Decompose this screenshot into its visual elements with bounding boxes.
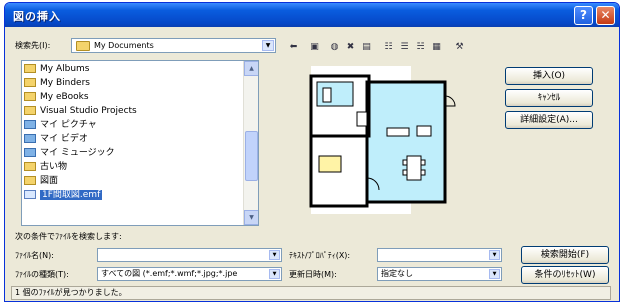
views-properties-icon[interactable]: ☵ xyxy=(413,40,428,54)
delete-icon[interactable]: ✖ xyxy=(343,40,358,54)
look-in-dropdown[interactable]: My Documents ▼ xyxy=(71,38,276,53)
file-list-scrollbar[interactable]: ▲ ▼ xyxy=(243,61,258,225)
text-property-input[interactable]: ▼ xyxy=(377,248,502,262)
status-text: 1 個のﾌｧｲﾙが見つかりました。 xyxy=(15,288,127,297)
up-folder-icon[interactable]: ▣ xyxy=(307,40,322,54)
scroll-up-icon[interactable]: ▲ xyxy=(244,61,258,76)
preview-pane xyxy=(267,60,507,226)
look-in-label: 検索先(I): xyxy=(15,41,51,50)
list-item[interactable]: My Albums xyxy=(24,63,230,76)
list-item[interactable]: 古い物 xyxy=(24,161,230,174)
modified-date-dropdown[interactable]: 指定なし ▼ xyxy=(377,267,502,281)
advanced-button[interactable]: 詳細設定(A)... xyxy=(505,111,593,129)
title-bar[interactable]: 図の挿入 ? ✕ xyxy=(5,3,619,27)
file-name-label: ﾌｧｲﾙ名(N): xyxy=(15,251,54,260)
folder-icon xyxy=(24,92,36,101)
picture-file-icon xyxy=(24,190,36,199)
views-list-icon[interactable]: ☷ xyxy=(381,40,396,54)
file-list[interactable]: My Albums My Binders My eBooks Visual St… xyxy=(21,60,259,226)
views-details-icon[interactable]: ☰ xyxy=(397,40,412,54)
list-item[interactable]: マイ ミュージック xyxy=(24,147,230,160)
list-item[interactable]: マイ ピクチャ xyxy=(24,119,230,132)
chevron-down-icon[interactable]: ▼ xyxy=(269,250,280,260)
insert-button[interactable]: 挿入(O) xyxy=(505,67,593,85)
list-item[interactable]: 図面 xyxy=(24,175,230,188)
list-item-selected[interactable]: 1F間取図.emf xyxy=(24,189,230,202)
cancel-button[interactable]: ｷｬﾝｾﾙ xyxy=(505,89,593,107)
find-now-button[interactable]: 検索開始(F) xyxy=(521,246,609,264)
new-search-button[interactable]: 条件のﾘｾｯﾄ(W) xyxy=(521,266,609,284)
close-button[interactable]: ✕ xyxy=(596,6,615,25)
look-in-value: My Documents xyxy=(94,41,154,50)
scroll-thumb[interactable] xyxy=(245,131,258,181)
text-property-label: ﾃｷｽﾄ/ﾌﾟﾛﾊﾟﾃｨ(X): xyxy=(289,251,351,260)
modified-date-label: 更新日時(M): xyxy=(289,270,337,279)
tools-icon[interactable]: ⚒ xyxy=(452,40,467,54)
insert-picture-dialog: 図の挿入 ? ✕ 検索先(I): My Documents ▼ ⬅ ▣ ◍ ✖ … xyxy=(4,2,620,302)
folder-icon xyxy=(24,106,36,115)
video-folder-icon xyxy=(24,134,36,143)
chevron-down-icon[interactable]: ▼ xyxy=(489,269,500,279)
search-criteria-heading: 次の条件でﾌｧｲﾙを検索します: xyxy=(15,232,122,241)
chevron-down-icon[interactable]: ▼ xyxy=(262,40,274,51)
list-item[interactable]: マイ ビデオ xyxy=(24,133,230,146)
file-name-input[interactable]: ▼ xyxy=(97,248,282,262)
folder-icon xyxy=(76,41,90,51)
list-item[interactable]: My Binders xyxy=(24,77,230,90)
views-preview-icon[interactable]: ▦ xyxy=(429,40,444,54)
floor-plan-preview xyxy=(309,66,456,214)
back-icon[interactable]: ⬅ xyxy=(286,40,301,54)
dialog-title: 図の挿入 xyxy=(13,10,61,23)
folder-icon xyxy=(24,176,36,185)
status-bar: 1 個のﾌｧｲﾙが見つかりました。 xyxy=(11,286,611,300)
pictures-folder-icon xyxy=(24,120,36,129)
new-folder-icon[interactable]: ▤ xyxy=(359,40,374,54)
scroll-down-icon[interactable]: ▼ xyxy=(244,210,258,225)
folder-icon xyxy=(24,78,36,87)
search-web-icon[interactable]: ◍ xyxy=(327,40,342,54)
list-item[interactable]: Visual Studio Projects xyxy=(24,105,230,118)
list-item[interactable]: My eBooks xyxy=(24,91,230,104)
help-button[interactable]: ? xyxy=(574,6,593,25)
file-type-label: ﾌｧｲﾙの種類(T): xyxy=(15,270,69,279)
folder-icon xyxy=(24,64,36,73)
chevron-down-icon[interactable]: ▼ xyxy=(269,269,280,279)
chevron-down-icon[interactable]: ▼ xyxy=(489,250,500,260)
file-type-dropdown[interactable]: すべての図 (*.emf;*.wmf;*.jpg;*.jpe ▼ xyxy=(97,267,282,281)
music-folder-icon xyxy=(24,148,36,157)
folder-icon xyxy=(24,162,36,171)
